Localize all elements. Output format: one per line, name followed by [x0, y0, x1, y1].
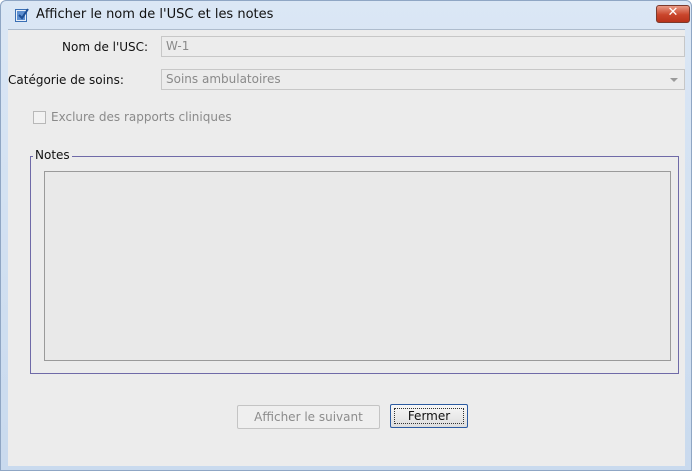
window-title: Afficher le nom de l'USC et les notes: [36, 7, 274, 22]
show-next-button[interactable]: Afficher le suivant: [237, 405, 380, 429]
usc-name-label: Nom de l'USC:: [62, 40, 149, 54]
dialog-icon: [15, 8, 29, 22]
dialog-window: Afficher le nom de l'USC et les notes ✕ …: [0, 0, 692, 471]
notes-legend: Notes: [33, 148, 72, 162]
exclude-reports-label: Exclure des rapports cliniques: [51, 110, 232, 124]
chevron-down-icon: [670, 78, 678, 82]
care-category-select[interactable]: Soins ambulatoires: [161, 69, 685, 90]
close-button-label: Fermer: [407, 409, 451, 423]
care-category-value: Soins ambulatoires: [166, 72, 281, 86]
close-button[interactable]: Fermer: [390, 404, 468, 428]
close-icon: ✕: [667, 5, 679, 20]
title-bar[interactable]: Afficher le nom de l'USC et les notes ✕: [1, 1, 691, 29]
exclude-reports-checkbox[interactable]: [33, 111, 46, 124]
close-window-button[interactable]: ✕: [656, 5, 690, 23]
dialog-body: Nom de l'USC: W-1 Catégorie de soins: So…: [8, 29, 685, 466]
usc-name-field[interactable]: W-1: [161, 36, 685, 57]
notes-textarea[interactable]: [44, 171, 671, 361]
care-category-label: Catégorie de soins:: [8, 73, 124, 87]
